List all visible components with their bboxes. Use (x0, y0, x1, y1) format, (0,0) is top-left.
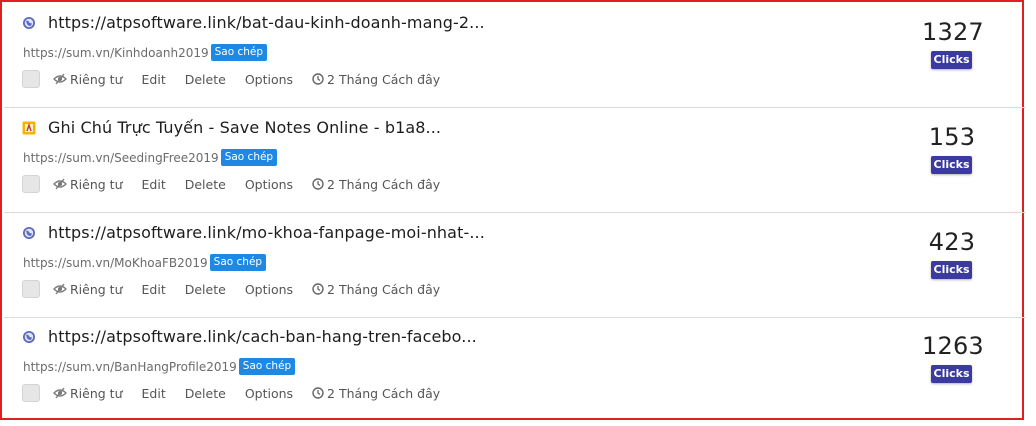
private-toggle[interactable]: Riêng tư (53, 386, 123, 401)
short-url-line: https://sum.vn/SeedingFree2019 Sao chép (23, 149, 278, 166)
short-url-line: https://sum.vn/BanHangProfile2019 Sao ch… (23, 358, 296, 375)
globe-icon (23, 17, 35, 29)
copy-button[interactable]: Sao chép (210, 44, 268, 61)
clock-icon (312, 283, 324, 295)
eye-slash-icon (53, 283, 67, 295)
edit-button[interactable]: Edit (142, 177, 166, 192)
delete-button[interactable]: Delete (185, 72, 226, 87)
private-label: Riêng tư (70, 176, 123, 192)
copy-button[interactable]: Sao chép (209, 254, 267, 271)
short-url[interactable]: https://sum.vn/BanHangProfile2019 (23, 360, 237, 374)
options-button[interactable]: Options (245, 282, 293, 297)
edit-button[interactable]: Edit (142, 386, 166, 401)
short-url[interactable]: https://sum.vn/Kinhdoanh2019 (23, 46, 209, 60)
link-row: https://atpsoftware.link/bat-dau-kinh-do… (4, 4, 1026, 108)
time-label: 2 Tháng Cách đây (327, 385, 441, 401)
time-label: 2 Tháng Cách đây (327, 71, 441, 87)
delete-button[interactable]: Delete (185, 282, 226, 297)
clicks-badge: Clicks (931, 51, 972, 69)
eye-slash-icon (53, 73, 67, 85)
link-row: Ghi Chú Trực Tuyến - Save Notes Online -… (4, 109, 1026, 213)
link-title[interactable]: https://atpsoftware.link/mo-khoa-fanpage… (48, 223, 485, 242)
options-button[interactable]: Options (245, 177, 293, 192)
private-label: Riêng tư (70, 385, 123, 401)
select-checkbox[interactable] (22, 280, 40, 298)
link-list-panel: https://atpsoftware.link/bat-dau-kinh-do… (0, 0, 1026, 422)
link-title[interactable]: https://atpsoftware.link/bat-dau-kinh-do… (48, 13, 485, 32)
clock-icon (312, 73, 324, 85)
clicks-badge: Clicks (931, 156, 972, 174)
click-count: 153 (928, 123, 976, 151)
created-time: 2 Tháng Cách đây (312, 282, 440, 297)
clicks-badge: Clicks (931, 365, 972, 383)
delete-button[interactable]: Delete (185, 177, 226, 192)
link-title[interactable]: Ghi Chú Trực Tuyến - Save Notes Online -… (48, 118, 441, 137)
link-title[interactable]: https://atpsoftware.link/cach-ban-hang-t… (48, 327, 477, 346)
click-count: 1327 (922, 18, 984, 46)
clock-icon (312, 387, 324, 399)
select-checkbox[interactable] (22, 175, 40, 193)
click-count: 423 (928, 228, 976, 256)
select-checkbox[interactable] (22, 70, 40, 88)
clicks-badge: Clicks (931, 261, 972, 279)
link-actions: Riêng tư Edit Delete Options 2 Tháng Các… (22, 278, 459, 300)
short-url-line: https://sum.vn/Kinhdoanh2019 Sao chép (23, 44, 268, 61)
created-time: 2 Tháng Cách đây (312, 72, 440, 87)
private-toggle[interactable]: Riêng tư (53, 177, 123, 192)
created-time: 2 Tháng Cách đây (312, 386, 440, 401)
time-label: 2 Tháng Cách đây (327, 176, 441, 192)
globe-icon (23, 227, 35, 239)
eye-slash-icon (53, 387, 67, 399)
delete-button[interactable]: Delete (185, 386, 226, 401)
private-label: Riêng tư (70, 71, 123, 87)
link-row: https://atpsoftware.link/mo-khoa-fanpage… (4, 214, 1026, 318)
private-toggle[interactable]: Riêng tư (53, 282, 123, 297)
select-checkbox[interactable] (22, 384, 40, 402)
short-url[interactable]: https://sum.vn/MoKhoaFB2019 (23, 256, 208, 270)
short-url[interactable]: https://sum.vn/SeedingFree2019 (23, 151, 219, 165)
private-label: Riêng tư (70, 281, 123, 297)
globe-icon (23, 331, 35, 343)
link-row: https://atpsoftware.link/cach-ban-hang-t… (4, 318, 1026, 422)
time-label: 2 Tháng Cách đây (327, 281, 441, 297)
eye-slash-icon (53, 178, 67, 190)
options-button[interactable]: Options (245, 386, 293, 401)
link-actions: Riêng tư Edit Delete Options 2 Tháng Các… (22, 173, 459, 195)
edit-button[interactable]: Edit (142, 282, 166, 297)
link-actions: Riêng tư Edit Delete Options 2 Tháng Các… (22, 68, 459, 90)
created-time: 2 Tháng Cách đây (312, 177, 440, 192)
options-button[interactable]: Options (245, 72, 293, 87)
clock-icon (312, 178, 324, 190)
copy-button[interactable]: Sao chép (220, 149, 278, 166)
copy-button[interactable]: Sao chép (238, 358, 296, 375)
notes-app-icon (22, 121, 36, 135)
short-url-line: https://sum.vn/MoKhoaFB2019 Sao chép (23, 254, 267, 271)
click-count: 1263 (922, 332, 984, 360)
edit-button[interactable]: Edit (142, 72, 166, 87)
private-toggle[interactable]: Riêng tư (53, 72, 123, 87)
link-actions: Riêng tư Edit Delete Options 2 Tháng Các… (22, 382, 459, 404)
